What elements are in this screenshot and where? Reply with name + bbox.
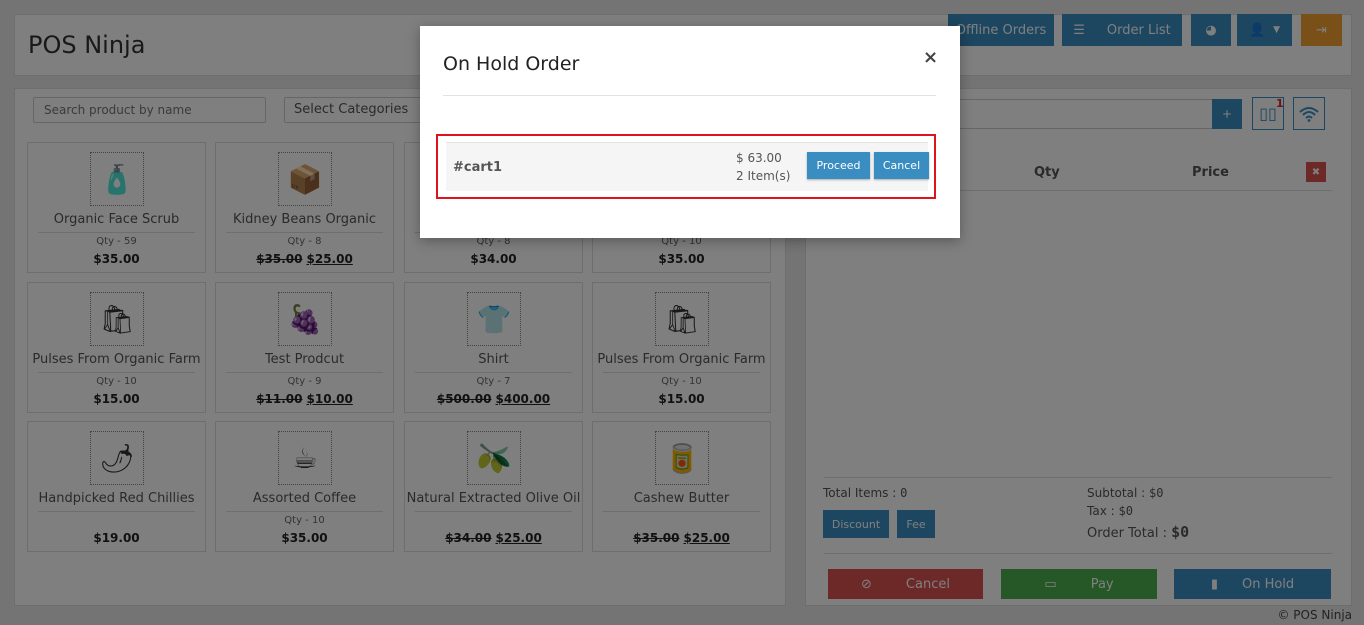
hold-order-item: #cart1 $ 63.00 2 Item(s) Proceed Cancel (446, 142, 929, 191)
hold-cart-id: #cart1 (453, 160, 503, 175)
hold-cart-items: 2 Item(s) (736, 169, 791, 183)
modal-title: On Hold Order (443, 53, 580, 75)
modal-divider (443, 95, 936, 96)
hold-cart-total: $ 63.00 (736, 151, 782, 165)
cancel-hold-button[interactable]: Cancel (874, 152, 929, 179)
modal-close-button[interactable]: × (923, 47, 938, 68)
hold-order-row: #cart1 $ 63.00 2 Item(s) Proceed Cancel (436, 134, 936, 199)
proceed-button[interactable]: Proceed (807, 152, 870, 179)
on-hold-order-modal: On Hold Order × #cart1 $ 63.00 2 Item(s)… (420, 26, 960, 238)
